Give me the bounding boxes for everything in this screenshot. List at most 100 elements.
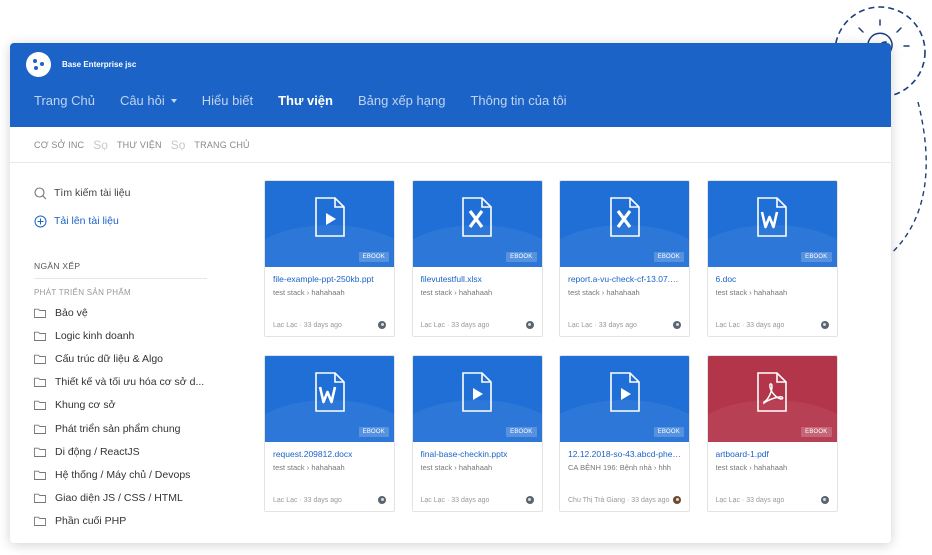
- file-footer: Lạc Lạc · 33 days ago: [273, 496, 386, 504]
- file-card[interactable]: EBOOK request.209812.docx test stack › hah…: [264, 355, 395, 512]
- file-footer: Lạc Lạc · 33 days ago: [421, 496, 534, 504]
- file-footer: Chu Thị Trà Giang · 33 days ago: [568, 496, 681, 504]
- folder-icon: [34, 401, 46, 411]
- folder-icon: [34, 354, 46, 364]
- avatar[interactable]: [378, 496, 386, 504]
- folder-icon: [34, 470, 46, 480]
- file-thumbnail[interactable]: EBOOK: [707, 181, 837, 267]
- ebook-badge: EBOOK: [801, 427, 832, 437]
- folder-icon: [34, 377, 46, 388]
- file-thumbnail[interactable]: EBOOK: [265, 356, 394, 442]
- breadcrumb-separator: Sọ: [93, 137, 108, 152]
- file-name-link[interactable]: 12.12.2018-so-43.abcd-phe-...: [568, 449, 681, 459]
- folder-icon: [34, 424, 46, 434]
- file-card[interactable]: EBOOK final-base-checkin.pptx test stack ›…: [411, 355, 543, 512]
- ebook-badge: EBOOK: [506, 427, 537, 437]
- file-card[interactable]: EBOOK filevutestfull.xlsx test stack › hah…: [411, 180, 543, 337]
- category-item[interactable]: Logic kinh doanh: [34, 324, 209, 347]
- file-meta: Lạc Lạc · 33 days ago: [420, 321, 490, 329]
- file-card[interactable]: EBOOK file-example-ppt-250kb.ppt test stac…: [264, 180, 395, 337]
- file-path: test stack › hahahaah: [420, 463, 493, 472]
- file-path: test stack › hahahaah: [273, 288, 345, 297]
- nav-item-questions[interactable]: Câu hỏi: [120, 93, 177, 108]
- file-footer: Lạc Lạc · 33 days ago: [273, 321, 386, 329]
- video-file-icon: [609, 372, 640, 412]
- avatar[interactable]: [820, 496, 829, 504]
- file-meta: Chu Thị Trà Giang · 33 days ago: [568, 496, 670, 504]
- category-label: Di động / ReactJS: [55, 445, 140, 458]
- avatar[interactable]: [378, 321, 386, 329]
- subsection-title: PHÁT TRIỂN SẢN PHẨM: [34, 288, 131, 297]
- file-card[interactable]: EBOOK 6.doc test stack › hahahaah Lạc Lạc ·…: [706, 180, 838, 337]
- category-item[interactable]: Phần cuối PHP: [34, 510, 209, 533]
- folder-icon: [34, 331, 46, 341]
- file-footer: Lạc Lạc · 33 days ago: [568, 321, 681, 329]
- file-thumbnail[interactable]: EBOOK: [265, 181, 394, 267]
- upload-document-button[interactable]: Tải lên tài liệu: [34, 207, 209, 235]
- avatar[interactable]: [525, 321, 534, 329]
- nav-item-home[interactable]: Trang Chủ: [34, 93, 95, 108]
- main-nav: Trang Chủ Câu hỏi Hiểu biết Thư viện Bản…: [34, 93, 592, 108]
- file-thumbnail[interactable]: EBOOK: [560, 181, 689, 267]
- category-list: Bảo vệ Logic kinh doanh Cấu trúc dữ liệu &…: [34, 301, 209, 533]
- file-meta: Lạc Lạc · 33 days ago: [715, 321, 785, 329]
- avatar[interactable]: [525, 496, 534, 504]
- category-label: Thiết kế và tối ưu hóa cơ sở d...: [55, 376, 205, 389]
- sidebar: Tìm kiếm tài liệu Tải lên tài liệu NGĂN …: [34, 179, 209, 533]
- search-icon: [34, 186, 47, 199]
- excel-file-icon: [609, 197, 640, 237]
- file-path: test stack › hahahaah: [420, 288, 493, 297]
- add-circle-icon: [34, 215, 47, 227]
- file-card[interactable]: EBOOK artboard-1.pdf test stack › hahahaah…: [706, 355, 838, 512]
- file-meta: Lạc Lạc · 33 days ago: [273, 321, 342, 329]
- category-label: Cấu trúc dữ liệu & Algo: [55, 352, 164, 365]
- file-name-link[interactable]: 6.doc: [716, 274, 829, 284]
- category-label: Khung cơ sở: [55, 399, 116, 412]
- category-item[interactable]: Giao diện JS / CSS / HTML: [34, 487, 209, 510]
- search-documents-button[interactable]: Tìm kiếm tài liệu: [34, 179, 209, 207]
- category-item[interactable]: Cấu trúc dữ liệu & Algo: [34, 347, 209, 370]
- file-name-link[interactable]: report.a-vu-check-cf-13.07.2...: [568, 274, 681, 284]
- breadcrumb-item[interactable]: CƠ SỞ INC: [34, 140, 84, 150]
- file-thumbnail[interactable]: EBOOK: [560, 356, 689, 442]
- category-item[interactable]: Hệ thống / Máy chủ / Devops: [34, 463, 209, 486]
- nav-item-knowledge[interactable]: Hiểu biết: [202, 93, 253, 108]
- file-footer: Lạc Lạc · 33 days ago: [716, 496, 829, 504]
- nav-item-profile[interactable]: Thông tin của tôi: [470, 93, 566, 108]
- nav-item-library[interactable]: Thư viện: [278, 93, 333, 108]
- section-title: NGĂN XẾP: [34, 261, 207, 279]
- video-file-icon: [462, 372, 492, 412]
- ebook-badge: EBOOK: [506, 252, 537, 262]
- category-label: Hệ thống / Máy chủ / Devops: [55, 468, 191, 481]
- breadcrumb-item[interactable]: THƯ VIỆN: [117, 140, 162, 150]
- file-thumbnail[interactable]: EBOOK: [412, 356, 542, 442]
- brand[interactable]: Base Enterprise jsc: [26, 52, 136, 77]
- file-name-link[interactable]: file-example-ppt-250kb.ppt: [273, 274, 386, 284]
- breadcrumb-item[interactable]: TRANG CHỦ: [194, 140, 249, 150]
- category-item[interactable]: Di động / ReactJS: [34, 440, 209, 463]
- file-thumbnail[interactable]: EBOOK: [707, 356, 837, 442]
- file-name-link[interactable]: final-base-checkin.pptx: [421, 449, 534, 459]
- file-name-link[interactable]: request.209812.docx: [273, 449, 386, 459]
- brand-name: Base Enterprise jsc: [62, 60, 137, 69]
- file-meta: Lạc Lạc · 33 days ago: [715, 496, 785, 504]
- file-path: test stack › hahahaah: [715, 288, 788, 297]
- file-name-link[interactable]: filevutestfull.xlsx: [421, 274, 534, 284]
- file-name-link[interactable]: artboard-1.pdf: [716, 449, 829, 459]
- avatar[interactable]: [673, 496, 681, 504]
- breadcrumb: CƠ SỞ INC Sọ THƯ VIỆN Sọ TRANG CHỦ: [10, 127, 891, 163]
- file-card[interactable]: EBOOK report.a-vu-check-cf-13.07.2... test…: [559, 180, 690, 337]
- file-card[interactable]: EBOOK 12.12.2018-so-43.abcd-phe-... CA BỆN…: [559, 355, 690, 512]
- excel-file-icon: [462, 197, 492, 237]
- nav-item-leaderboard[interactable]: Bảng xếp hạng: [358, 93, 445, 108]
- avatar[interactable]: [673, 321, 681, 329]
- category-item[interactable]: Thiết kế và tối ưu hóa cơ sở d...: [34, 371, 209, 394]
- avatar[interactable]: [820, 321, 829, 329]
- folder-icon: [34, 447, 46, 457]
- category-item[interactable]: Khung cơ sở: [34, 394, 209, 417]
- category-item[interactable]: Phát triển sản phẩm chung: [34, 417, 209, 440]
- file-path: test stack › hahahaah: [568, 288, 640, 297]
- category-item[interactable]: Bảo vệ: [34, 301, 209, 324]
- file-thumbnail[interactable]: EBOOK: [412, 181, 542, 267]
- top-navbar: Base Enterprise jsc Trang Chủ Câu hỏi Hi…: [10, 43, 891, 127]
